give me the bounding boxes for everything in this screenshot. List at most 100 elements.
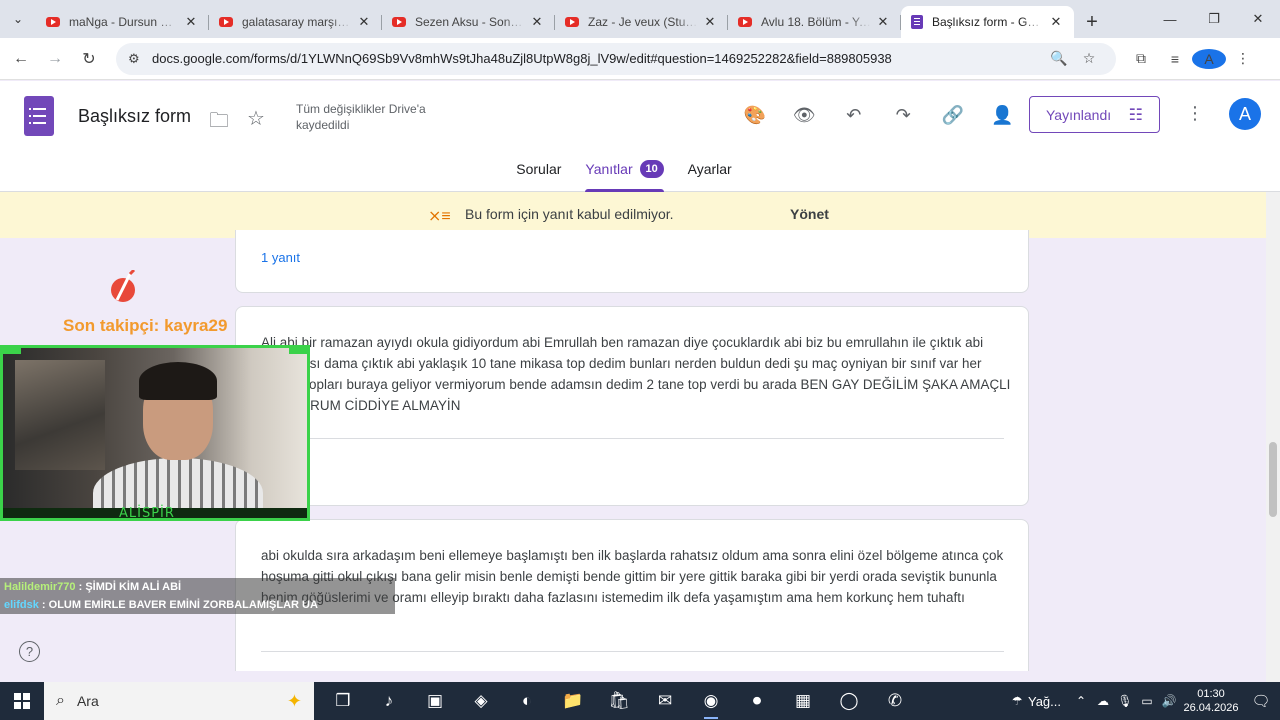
reload-icon[interactable]: ↻	[72, 49, 106, 69]
minimize-icon[interactable]: —	[1148, 12, 1192, 27]
close-tab-icon[interactable]: ✕	[183, 14, 199, 30]
tab-label: Yanıtlar	[585, 161, 633, 177]
tab-search-chevron-icon[interactable]: ⌄	[0, 0, 36, 38]
tab-questions[interactable]: Sorular	[504, 161, 573, 192]
saved-status: Tüm değişiklikler Drive'a kaydedildi	[296, 102, 426, 132]
page-scrollbar[interactable]	[1266, 192, 1280, 682]
forward-arrow-icon[interactable]: →	[38, 50, 72, 68]
star-icon[interactable]: ☆	[247, 106, 265, 131]
chat-user: Halildemir770	[4, 581, 76, 593]
url-text[interactable]: docs.google.com/forms/d/1YLWNnQ69Sb9Vv8m…	[152, 51, 1044, 66]
chrome-icon[interactable]: ◉	[688, 682, 734, 720]
google-forms-logo-icon[interactable]	[24, 96, 54, 136]
site-info-icon[interactable]: ⚙	[128, 51, 152, 67]
chevron-up-icon[interactable]: ⌃	[1070, 694, 1092, 708]
search-icon: ⌕	[56, 692, 65, 709]
tab-responses[interactable]: Yanıtlar 10	[573, 160, 675, 192]
folder-icon[interactable]: 🗀	[209, 106, 229, 140]
taskbar-clock[interactable]: 01:30 26.04.2026	[1180, 687, 1242, 715]
chat-message: Halildemir770 : ŞİMDİ KİM ALİ ABİ	[0, 578, 395, 596]
copilot-icon[interactable]: ◈	[458, 682, 504, 720]
youtube-icon	[392, 17, 406, 27]
close-tab-icon[interactable]: ✕	[356, 14, 372, 30]
tab-title: Başlıksız form - Google Forms	[932, 15, 1044, 29]
cam-frame-corner	[3, 348, 21, 354]
weather-icon[interactable]: ☂	[1006, 694, 1028, 708]
preview-eye-icon[interactable]: 👁	[780, 101, 830, 129]
search-app-icon[interactable]: ◯	[826, 682, 872, 720]
media-queue-icon[interactable]: ≡	[1158, 51, 1192, 67]
network-icon[interactable]: ▭	[1136, 694, 1158, 708]
task-view-icon[interactable]: ❒	[320, 682, 366, 720]
browser-tab-active[interactable]: Başlıksız form - Google Forms ✕	[901, 6, 1074, 38]
response-summary-card: 1 yanıt	[235, 230, 1029, 293]
form-title[interactable]: Başlıksız form	[78, 106, 191, 127]
divider	[261, 651, 1004, 652]
epic-games-icon[interactable]: ▣	[412, 682, 458, 720]
manage-button[interactable]: Yönet	[790, 206, 829, 222]
extensions-icon[interactable]: ⧉	[1124, 50, 1158, 67]
recorder-icon[interactable]: ⏺	[734, 682, 780, 720]
restore-icon[interactable]: ❐	[1192, 11, 1236, 27]
undo-icon[interactable]: ↶	[829, 101, 879, 129]
weather-text[interactable]: Yağ...	[1028, 694, 1070, 709]
browser-tab-strip: ⌄ maNga - Dursun Zaman ✕ galatasaray mar…	[0, 0, 1280, 38]
notifications-icon[interactable]: 🗨	[1242, 692, 1280, 710]
tab-title: Zaz - Je veux (Studio	[588, 15, 698, 29]
close-window-icon[interactable]: ✕	[1236, 11, 1280, 27]
taskbar-search[interactable]: ⌕ Ara ✦	[44, 682, 314, 720]
browser-tab[interactable]: Zaz - Je veux (Studio ✕	[555, 6, 728, 38]
microphone-icon[interactable]: 🎙	[1114, 694, 1136, 708]
close-tab-icon[interactable]: ✕	[702, 14, 718, 30]
zoom-icon[interactable]: 🔍	[1044, 50, 1074, 67]
edge-icon[interactable]: ◐	[504, 682, 550, 720]
store-icon[interactable]: 🛍	[596, 682, 642, 720]
close-tab-icon[interactable]: ✕	[875, 14, 891, 30]
more-options-icon[interactable]: ⋮	[1186, 103, 1204, 124]
browser-tab[interactable]: maNga - Dursun Zaman ✕	[36, 6, 209, 38]
new-tab-button[interactable]: +	[1074, 6, 1110, 38]
help-icon[interactable]: ?	[19, 641, 40, 662]
tab-title: Sezen Aksu - Son Şarkı	[415, 15, 525, 29]
start-button[interactable]	[0, 682, 44, 720]
taskbar-apps: ❒ ♪ ▣ ◈ ◐ 📁 🛍 ✉ ◉ ⏺ ▦ ◯ ✆	[320, 682, 918, 720]
browser-tab[interactable]: Avlu 18. Bölüm - YouTube ✕	[728, 6, 901, 38]
scrollbar-thumb[interactable]	[1269, 442, 1277, 517]
back-arrow-icon[interactable]: ←	[4, 50, 38, 68]
onedrive-icon[interactable]: ☁	[1092, 694, 1114, 708]
stream-chat-overlay: Halildemir770 : ŞİMDİ KİM ALİ ABİ elifds…	[0, 578, 395, 614]
browser-tab[interactable]: galatasaray marşı - YouTube ✕	[209, 6, 382, 38]
add-collaborator-icon[interactable]: 👤	[978, 101, 1028, 129]
youtube-icon	[738, 17, 752, 27]
chat-text: : ŞİMDİ KİM ALİ ABİ	[78, 581, 182, 593]
clock-date: 26.04.2026	[1183, 702, 1239, 714]
search-highlight-icon: ✦	[286, 690, 302, 711]
redo-icon[interactable]: ↷	[879, 101, 929, 129]
cam-frame-corner	[289, 348, 307, 354]
profile-button[interactable]: A	[1192, 48, 1226, 69]
browser-menu-icon[interactable]: ⋮	[1226, 50, 1260, 67]
file-explorer-icon[interactable]: 📁	[550, 682, 596, 720]
publish-label: Yayınlandı	[1046, 106, 1112, 123]
tab-title: maNga - Dursun Zaman	[69, 15, 179, 29]
tab-settings[interactable]: Ayarlar	[676, 161, 744, 192]
response-card: Ali abi bir ramazan ayıydı okula gidiyor…	[235, 306, 1029, 506]
bookmark-star-icon[interactable]: ☆	[1074, 50, 1104, 67]
youtube-icon	[565, 17, 579, 27]
whatsapp-icon[interactable]: ✆	[872, 682, 918, 720]
tiktok-icon[interactable]: ♪	[366, 682, 412, 720]
cam-name: ALİSPİR	[119, 506, 175, 521]
browser-tab[interactable]: Sezen Aksu - Son Şarkı ✕	[382, 6, 555, 38]
publish-button[interactable]: Yayınlandı ☷	[1029, 96, 1160, 133]
outlook-icon[interactable]: ✉	[642, 682, 688, 720]
volume-icon[interactable]: 🔊	[1158, 694, 1180, 708]
palette-icon[interactable]: 🎨	[730, 101, 780, 129]
account-avatar[interactable]: A	[1229, 98, 1261, 130]
system-tray: ☂ Yağ... ⌃ ☁ 🎙 ▭ 🔊 01:30 26.04.2026 🗨	[1006, 687, 1280, 715]
link-icon[interactable]: 🔗	[928, 101, 978, 129]
response-text: Ali abi bir ramazan ayıydı okula gidiyor…	[261, 335, 1011, 413]
url-omnibox[interactable]: ⚙ docs.google.com/forms/d/1YLWNnQ69Sb9Vv…	[116, 42, 1116, 75]
calculator-icon[interactable]: ▦	[780, 682, 826, 720]
close-tab-icon[interactable]: ✕	[529, 14, 545, 30]
close-tab-icon[interactable]: ✕	[1048, 14, 1064, 30]
